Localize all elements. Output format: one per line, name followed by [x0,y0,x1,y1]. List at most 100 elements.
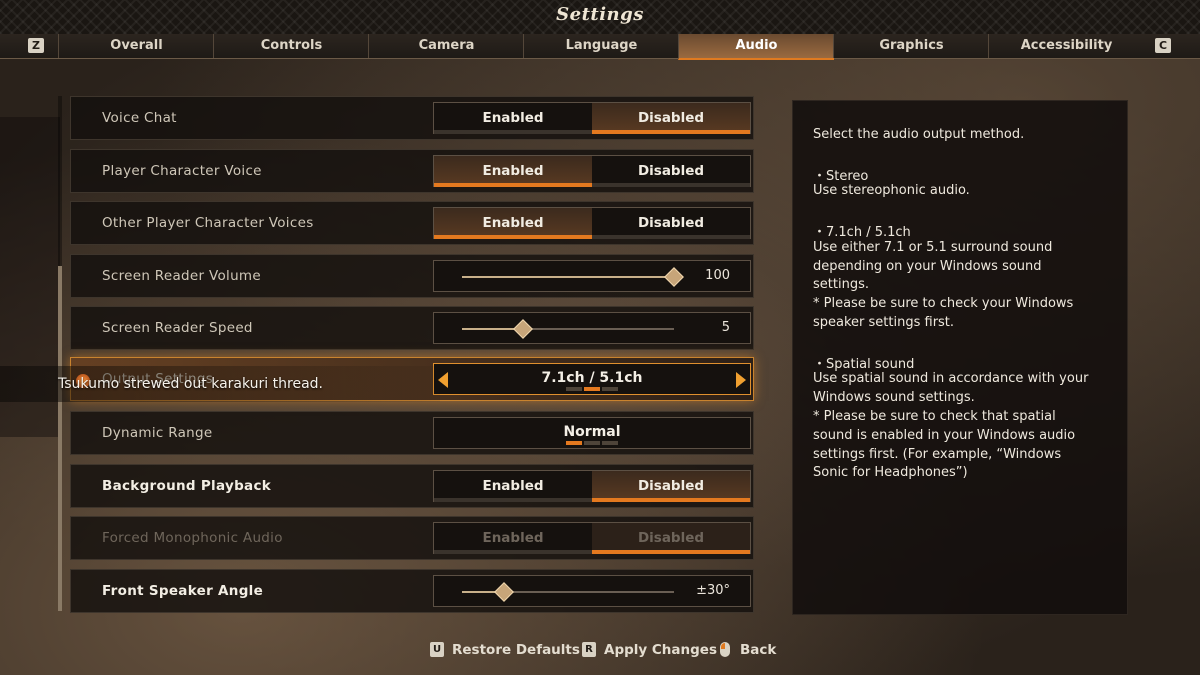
player-character-voice-option-label: Enabled [482,163,544,179]
setting-row-screen-reader-speed[interactable]: Screen Reader Speed 5 [70,306,754,350]
apply-changes-label: Apply Changes [604,642,717,658]
background-playback-option-enabled[interactable]: Enabled [434,471,592,502]
tab-graphics[interactable]: Graphics [833,34,989,58]
voice-chat-option-label: Disabled [637,110,705,126]
setting-row-voice-chat[interactable]: Voice Chat Enabled Disabled [70,96,754,140]
tab-overall[interactable]: Overall [58,34,214,58]
prev-tab-key-icon[interactable]: Z [28,38,44,53]
player-character-voice-option-enabled[interactable]: Enabled [434,156,592,187]
voice-chat-option-label: Enabled [482,110,544,126]
setting-label-screen-reader-speed: Screen Reader Speed [102,320,253,336]
screen-reader-speed-slider-handle[interactable] [513,319,534,339]
description-line: ・Spatial sound [813,356,915,372]
back-label: Back [740,642,777,658]
player-character-voice-control[interactable]: Enabled Disabled [433,155,751,187]
description-line: Use spatial sound in accordance with you… [813,371,1089,387]
voice-chat-option-indicator [592,130,750,134]
notification-text: Tsukumo strewed out karakuri thread. [58,376,323,392]
dynamic-range-value: Normal [563,424,621,440]
other-player-character-voices-option-label: Disabled [637,215,705,231]
setting-row-background-playback[interactable]: Background Playback Enabled Disabled [70,464,754,508]
next-tab-key-icon[interactable]: C [1155,38,1171,53]
background-playback-option-disabled[interactable]: Disabled [592,471,750,502]
player-character-voice-option-label: Disabled [637,163,705,179]
other-player-character-voices-option-enabled[interactable]: Enabled [434,208,592,239]
setting-row-other-player-character-voices[interactable]: Other Player Character Voices Enabled Disa… [70,201,754,245]
forced-monophonic-audio-option-enabled: Enabled [434,523,592,554]
description-line: ・7.1ch / 5.1ch [813,225,911,240]
forced-monophonic-audio-option-label: Enabled [482,530,544,546]
setting-row-forced-monophonic-audio[interactable]: Forced Monophonic Audio Enabled Disabled [70,516,754,560]
other-player-character-voices-control[interactable]: Enabled Disabled [433,207,751,239]
forced-monophonic-audio-control: Enabled Disabled [433,522,751,554]
setting-label-screen-reader-volume: Screen Reader Volume [102,268,261,284]
description-line: Use either 7.1 or 5.1 surround sound [813,239,1053,255]
screen-reader-volume-slider-handle[interactable] [664,267,684,287]
description-line: speaker settings first. [813,315,955,330]
dynamic-range-page-indicator [434,441,750,445]
apply-key-icon: R [582,642,596,657]
voice-chat-control[interactable]: Enabled Disabled [433,102,751,134]
other-player-character-voices-option-label: Enabled [482,215,544,231]
setting-row-player-character-voice[interactable]: Player Character Voice Enabled Disabled [70,149,754,193]
setting-row-front-speaker-angle[interactable]: Front Speaker Angle ±30° [70,569,754,613]
voice-chat-option-enabled[interactable]: Enabled [434,103,592,134]
setting-label-player-character-voice: Player Character Voice [102,163,262,179]
player-character-voice-option-disabled[interactable]: Disabled [592,156,750,187]
output-settings-page-dot [584,387,600,391]
background-playback-option-indicator [592,498,750,502]
description-panel: Select the audio output method. ・Stereo Us… [792,100,1128,615]
background-playback-option-indicator [434,498,592,502]
background-playback-control[interactable]: Enabled Disabled [433,470,751,502]
description-line: * Please be sure to check your Windows [813,296,1074,312]
voice-chat-option-disabled[interactable]: Disabled [592,103,750,134]
description-line: Sonic for Headphones”) [813,465,968,481]
background-playback-option-label: Disabled [637,478,705,494]
screen-reader-volume-value: 100 [705,268,730,283]
forced-monophonic-audio-option-disabled: Disabled [592,523,750,554]
output-settings-control[interactable]: 7.1ch / 5.1ch [433,363,751,395]
restore-key-icon: U [430,642,444,657]
dynamic-range-control[interactable]: Normal [433,417,751,449]
forced-monophonic-audio-option-indicator [434,550,592,554]
screen-reader-speed-value: 5 [721,320,730,335]
setting-label-background-playback: Background Playback [102,478,272,494]
screen-reader-volume-slider-fill [462,276,674,278]
dynamic-range-page-dot [602,441,618,445]
dynamic-range-page-dot [584,441,600,445]
output-settings-value: 7.1ch / 5.1ch [541,370,643,386]
description-line: ・Stereo [813,168,869,184]
description-line: Select the audio output method. [813,127,1025,142]
front-speaker-angle-slider-handle[interactable] [494,582,515,602]
description-line: Use stereophonic audio. [813,183,970,199]
setting-label-other-player-character-voices: Other Player Character Voices [102,215,314,231]
voice-chat-option-indicator [434,130,592,134]
background-playback-option-label: Enabled [482,478,544,494]
setting-row-screen-reader-volume[interactable]: Screen Reader Volume 100 [70,254,754,298]
tab-language[interactable]: Language [523,34,679,58]
description-line: depending on your Windows sound [813,258,1042,274]
description-line: settings. [813,277,869,293]
tab-accessibility[interactable]: Accessibility [988,34,1144,58]
mouse-right-icon [720,642,730,657]
setting-row-dynamic-range[interactable]: Dynamic Range Normal [70,411,754,455]
screen-reader-speed-control[interactable]: 5 [433,312,751,344]
settings-scrollbar-thumb[interactable] [58,266,62,611]
setting-label-voice-chat: Voice Chat [102,110,177,126]
front-speaker-angle-value: ±30° [696,583,730,598]
dynamic-range-page-dot [566,441,582,445]
setting-label-front-speaker-angle: Front Speaker Angle [102,583,264,599]
tab-audio[interactable]: Audio [678,34,834,60]
forced-monophonic-audio-option-label: Disabled [637,530,705,546]
setting-label-dynamic-range: Dynamic Range [102,425,213,441]
other-player-character-voices-option-disabled[interactable]: Disabled [592,208,750,239]
player-character-voice-option-indicator [434,183,592,187]
player-character-voice-option-indicator [592,183,750,187]
description-line: sound is enabled in your Windows audio [813,427,1076,443]
tab-camera[interactable]: Camera [368,34,524,58]
page-title: Settings [556,4,644,25]
tab-controls[interactable]: Controls [213,34,369,58]
other-player-character-voices-option-indicator [434,235,592,239]
front-speaker-angle-control[interactable]: ±30° [433,575,751,607]
screen-reader-volume-control[interactable]: 100 [433,260,751,292]
